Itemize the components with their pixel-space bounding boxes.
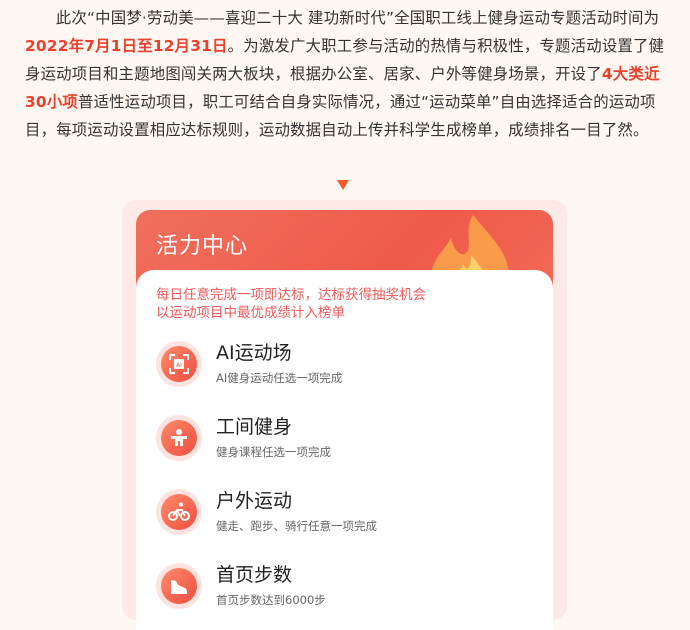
item-title: AI运动场 (216, 342, 292, 364)
down-arrow-icon (337, 180, 349, 190)
rules-notice: 每日任意完成一项即达标，达标获得抽奖机会 以运动项目中最优成绩计入榜单 (156, 286, 426, 322)
item-title: 工间健身 (216, 416, 293, 438)
page-title: 活力中心 (156, 234, 249, 259)
list-item-steps[interactable]: 首页步数 首页步数达到6000步 (156, 560, 536, 620)
item-subtitle: 健走、跑步、骑行任意一项完成 (216, 519, 377, 533)
list-item-outdoor[interactable]: 户外运动 健走、跑步、骑行任意一项完成 (156, 486, 536, 546)
ai-scan-icon: AI (156, 341, 202, 387)
article-text: 此次“中国梦·劳动美——喜迎二十大 建功新时代”全国职工线上健身运动专题活动时间… (25, 4, 665, 144)
article-paragraph: 此次“中国梦·劳动美——喜迎二十大 建功新时代”全国职工线上健身运动专题活动时间… (25, 4, 665, 144)
activity-card: 每日任意完成一项即达标，达标获得抽奖机会 以运动项目中最优成绩计入榜单 AI A… (136, 270, 553, 630)
item-subtitle: 健身课程任选一项完成 (216, 445, 331, 459)
list-item-office-fitness[interactable]: 工间健身 健身课程任选一项完成 (156, 412, 536, 472)
svg-text:AI: AI (176, 362, 182, 369)
app-screenshot: 活力中心 每日任意完成一项即达标，达标获得抽奖机会 以运动项目中最优成绩计入榜单… (122, 200, 567, 630)
shoe-icon (156, 563, 202, 609)
list-item-ai-sports[interactable]: AI AI运动场 AI健身运动任选一项完成 (156, 338, 536, 398)
cycling-icon (156, 489, 202, 535)
item-title: 首页步数 (216, 564, 293, 586)
item-title: 户外运动 (216, 490, 293, 512)
rules-line-1: 每日任意完成一项即达标，达标获得抽奖机会 (156, 287, 426, 303)
fitness-icon (156, 415, 202, 461)
article-text-a: 此次“中国梦·劳动美——喜迎二十大 建功新时代”全国职工线上健身运动专题活动时间… (55, 9, 660, 27)
item-subtitle: AI健身运动任选一项完成 (216, 371, 343, 385)
item-subtitle: 首页步数达到6000步 (216, 593, 326, 607)
activity-date-highlight: 2022年7月1日至12月31日 (25, 37, 228, 55)
rules-line-2: 以运动项目中最优成绩计入榜单 (156, 305, 345, 321)
article-text-c: 普适性运动项目，职工可结合自身实际情况，通过“运动菜单”自由选择适合的运动项目，… (25, 93, 656, 139)
